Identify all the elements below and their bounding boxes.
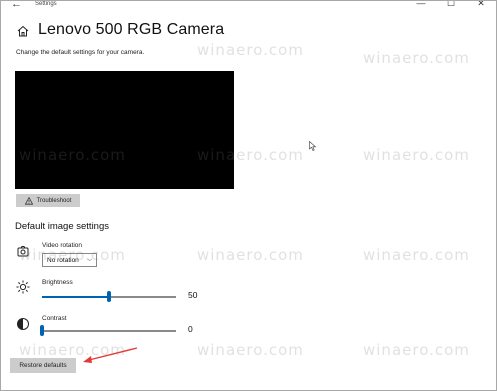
settings-window: ← Settings — ☐ ✕ Lenovo 500 RGB Camera C…: [0, 0, 497, 391]
watermark-text: winaero.com: [363, 49, 470, 67]
slider-fill: [42, 296, 109, 298]
brightness-slider[interactable]: [42, 291, 176, 302]
contrast-icon: [17, 318, 29, 330]
troubleshoot-label: Troubleshoot: [36, 197, 72, 204]
troubleshoot-button[interactable]: Troubleshoot: [16, 194, 80, 207]
contrast-label: Contrast: [42, 315, 67, 322]
watermark-text: winaero.com: [197, 41, 304, 59]
section-heading: Default image settings: [15, 221, 109, 232]
sun-icon: [16, 280, 30, 294]
home-icon[interactable]: [16, 24, 30, 38]
close-button[interactable]: ✕: [466, 1, 496, 11]
watermark-text: winaero.com: [363, 341, 470, 359]
slider-thumb[interactable]: [40, 325, 44, 336]
video-rotation-dropdown[interactable]: No rotation ⌵: [42, 253, 97, 267]
page-title: Lenovo 500 RGB Camera: [38, 21, 225, 38]
camera-rotate-icon: [17, 246, 29, 257]
watermark-text: winaero.com: [197, 246, 304, 264]
minimize-button[interactable]: —: [406, 1, 436, 11]
watermark-text: winaero.com: [197, 341, 304, 359]
watermark-text: winaero.com: [19, 341, 126, 359]
app-title: Settings: [35, 1, 57, 7]
brightness-label: Brightness: [42, 279, 73, 286]
video-rotation-label: Video rotation: [42, 242, 82, 249]
slider-thumb[interactable]: [107, 291, 111, 302]
contrast-slider[interactable]: [40, 325, 176, 336]
warning-icon: [24, 196, 33, 205]
title-bar: ← Settings — ☐ ✕: [1, 1, 496, 11]
contrast-value: 0: [188, 324, 193, 334]
maximize-button[interactable]: ☐: [436, 1, 466, 11]
mouse-cursor-icon: [309, 141, 317, 151]
window-controls: — ☐ ✕: [406, 1, 496, 11]
brightness-value: 50: [188, 290, 198, 300]
slider-track: [42, 330, 176, 332]
watermark-text: winaero.com: [363, 246, 470, 264]
page-subtitle: Change the default settings for your cam…: [16, 49, 145, 56]
camera-preview: [15, 71, 234, 189]
restore-defaults-button[interactable]: Restore defaults: [10, 358, 76, 373]
watermark-text: winaero.com: [363, 146, 470, 164]
video-rotation-value: No rotation: [47, 256, 79, 264]
chevron-down-icon: ⌵: [87, 256, 92, 263]
back-button[interactable]: ←: [11, 1, 22, 11]
